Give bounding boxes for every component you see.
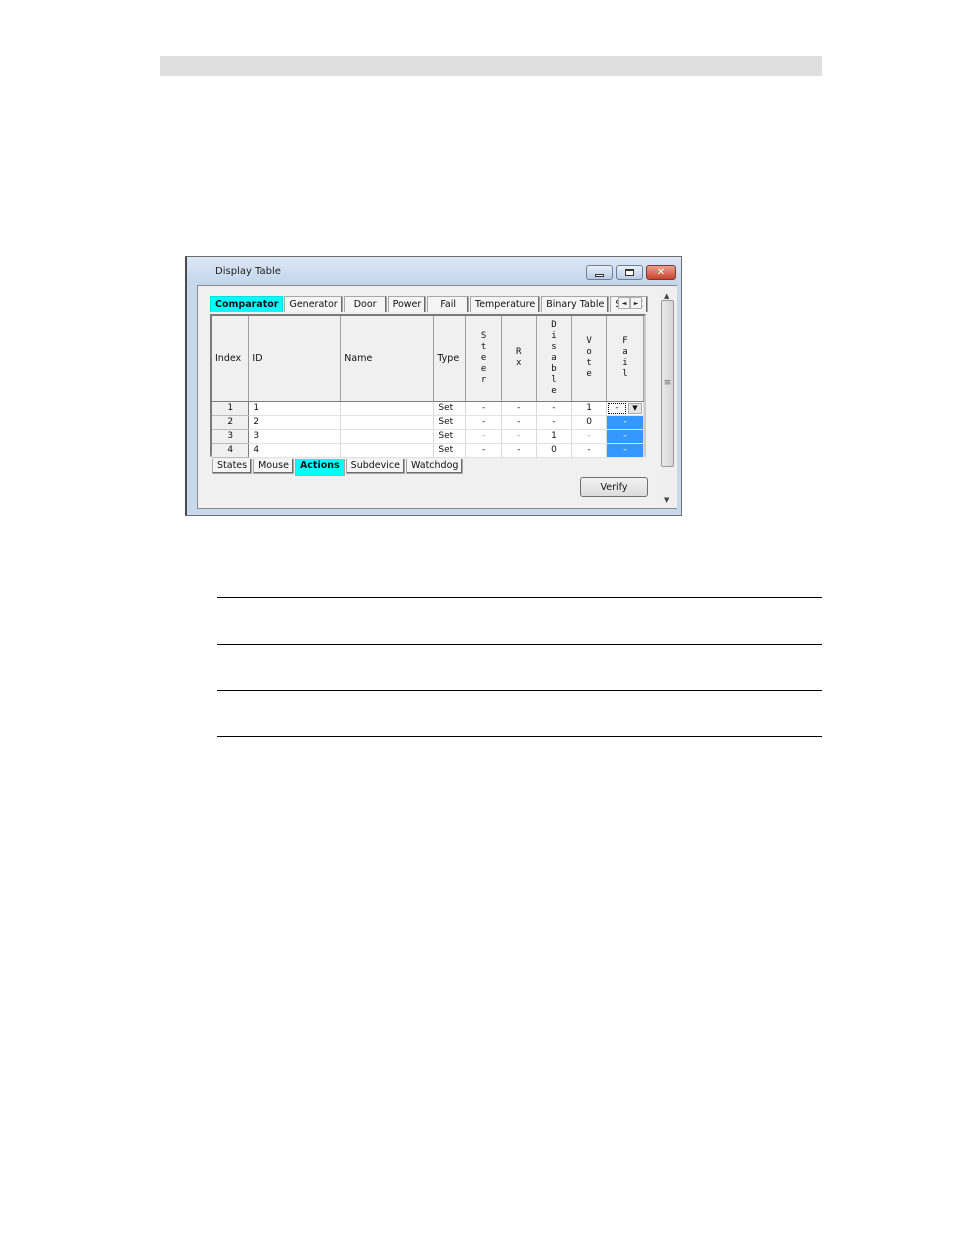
tab-binary-table[interactable]: Binary Table <box>541 296 610 312</box>
page-header-bar <box>160 56 822 76</box>
window-title: Display Table <box>215 266 281 277</box>
divider-line <box>217 597 822 598</box>
column-header-fail[interactable]: Fail <box>606 316 645 402</box>
tab-temperature[interactable]: Temperature <box>470 296 541 312</box>
cell-name[interactable] <box>340 401 435 416</box>
cell-index[interactable]: 1 <box>212 401 250 416</box>
bottom-tab-strip: States Mouse Actions Subdevice Watchdog <box>212 459 464 476</box>
cell-disable[interactable]: 0 <box>536 443 573 458</box>
cell-fail-editor[interactable]: - ▼ <box>606 401 645 416</box>
cell-steer[interactable]: - <box>465 415 502 430</box>
cell-id[interactable]: 1 <box>248 401 342 416</box>
cell-name[interactable] <box>340 429 435 444</box>
fail-combo-value[interactable]: - <box>607 402 626 414</box>
table-row[interactable]: 4 4 Set - - 0 - - <box>212 443 645 458</box>
scroll-thumb[interactable]: ≡ <box>661 300 674 467</box>
verify-button[interactable]: Verify <box>580 477 648 497</box>
cell-id[interactable]: 2 <box>248 415 342 430</box>
grip-icon: ≡ <box>663 378 672 388</box>
cell-disable[interactable]: - <box>536 401 573 416</box>
cell-steer[interactable]: - <box>465 443 502 458</box>
column-header-disable[interactable]: Disable <box>536 316 573 402</box>
column-header-type[interactable]: Type <box>433 316 467 402</box>
cell-disable[interactable]: 1 <box>536 429 573 444</box>
tab-comparator[interactable]: Comparator <box>210 296 284 312</box>
tab-door[interactable]: Door <box>343 296 387 312</box>
display-table-window: Display Table ✕ Comparator Generator Doo… <box>185 256 682 516</box>
column-header-vote[interactable]: Vote <box>571 316 607 402</box>
column-header-name[interactable]: Name <box>340 316 435 402</box>
table-row[interactable]: 1 1 Set - - - 1 - ▼ <box>212 401 645 416</box>
tab-states[interactable]: States <box>212 459 253 474</box>
tab-watchdog[interactable]: Watchdog <box>405 459 464 474</box>
minimize-button[interactable] <box>586 265 613 280</box>
divider-line <box>217 690 822 691</box>
close-button[interactable]: ✕ <box>646 265 676 280</box>
cell-type[interactable]: Set <box>433 401 467 416</box>
maximize-icon <box>625 269 634 276</box>
divider-line <box>217 736 822 737</box>
tab-scroll-buttons: ◄ ► <box>618 297 642 309</box>
cell-index[interactable]: 4 <box>212 443 250 458</box>
cell-id[interactable]: 3 <box>248 429 342 444</box>
cell-vote[interactable]: 1 <box>571 401 607 416</box>
cell-steer[interactable]: - <box>465 401 502 416</box>
cell-index[interactable]: 2 <box>212 415 250 430</box>
cell-name[interactable] <box>340 415 435 430</box>
cell-fail[interactable]: - <box>606 443 645 458</box>
chevron-down-icon[interactable]: ▼ <box>627 402 642 414</box>
column-header-steer[interactable]: Steer <box>465 316 502 402</box>
scroll-up-icon[interactable]: ▲ <box>664 292 669 300</box>
cell-rx[interactable]: - <box>501 401 537 416</box>
cell-steer[interactable]: - <box>465 429 502 444</box>
tab-actions[interactable]: Actions <box>294 459 345 476</box>
tab-fail[interactable]: Fail <box>427 296 470 312</box>
data-grid: Index ID Name Type Steer Rx Disable Vote… <box>210 314 646 458</box>
cell-index[interactable]: 3 <box>212 429 250 444</box>
table-row[interactable]: 2 2 Set - - - 0 - <box>212 415 645 430</box>
tab-mouse[interactable]: Mouse <box>253 459 294 474</box>
vertical-scrollbar[interactable]: ▲ ≡ ▼ <box>659 286 677 508</box>
cell-rx[interactable]: - <box>501 415 537 430</box>
tab-scroll-left-icon[interactable]: ◄ <box>618 297 630 309</box>
tab-scroll-right-icon[interactable]: ► <box>630 297 642 309</box>
cell-vote[interactable]: 0 <box>571 415 607 430</box>
cell-type[interactable]: Set <box>433 415 467 430</box>
cell-vote[interactable]: - <box>571 429 607 444</box>
minimize-icon <box>595 274 604 277</box>
divider-line <box>217 644 822 645</box>
cell-fail[interactable]: - <box>606 429 645 444</box>
title-bar[interactable]: Display Table ✕ <box>187 257 681 285</box>
cell-name[interactable] <box>340 443 435 458</box>
column-header-id[interactable]: ID <box>248 316 342 402</box>
column-header-index[interactable]: Index <box>212 316 250 402</box>
table-row[interactable]: 3 3 Set - - 1 - - <box>212 429 645 444</box>
close-icon: ✕ <box>656 266 666 278</box>
client-area: Comparator Generator Door Power Fail Tem… <box>197 285 677 509</box>
cell-rx[interactable]: - <box>501 443 537 458</box>
cell-rx[interactable]: - <box>501 429 537 444</box>
cell-vote[interactable]: - <box>571 443 607 458</box>
top-tab-strip: Comparator Generator Door Power Fail Tem… <box>210 296 649 312</box>
cell-type[interactable]: Set <box>433 429 467 444</box>
tab-power[interactable]: Power <box>387 296 427 312</box>
maximize-button[interactable] <box>616 265 643 280</box>
tab-subdevice[interactable]: Subdevice <box>345 459 405 474</box>
cell-id[interactable]: 4 <box>248 443 342 458</box>
scroll-down-icon[interactable]: ▼ <box>664 496 669 504</box>
cell-type[interactable]: Set <box>433 443 467 458</box>
tab-generator[interactable]: Generator <box>284 296 343 312</box>
cell-disable[interactable]: - <box>536 415 573 430</box>
column-header-rx[interactable]: Rx <box>501 316 537 402</box>
cell-fail[interactable]: - <box>606 415 645 430</box>
